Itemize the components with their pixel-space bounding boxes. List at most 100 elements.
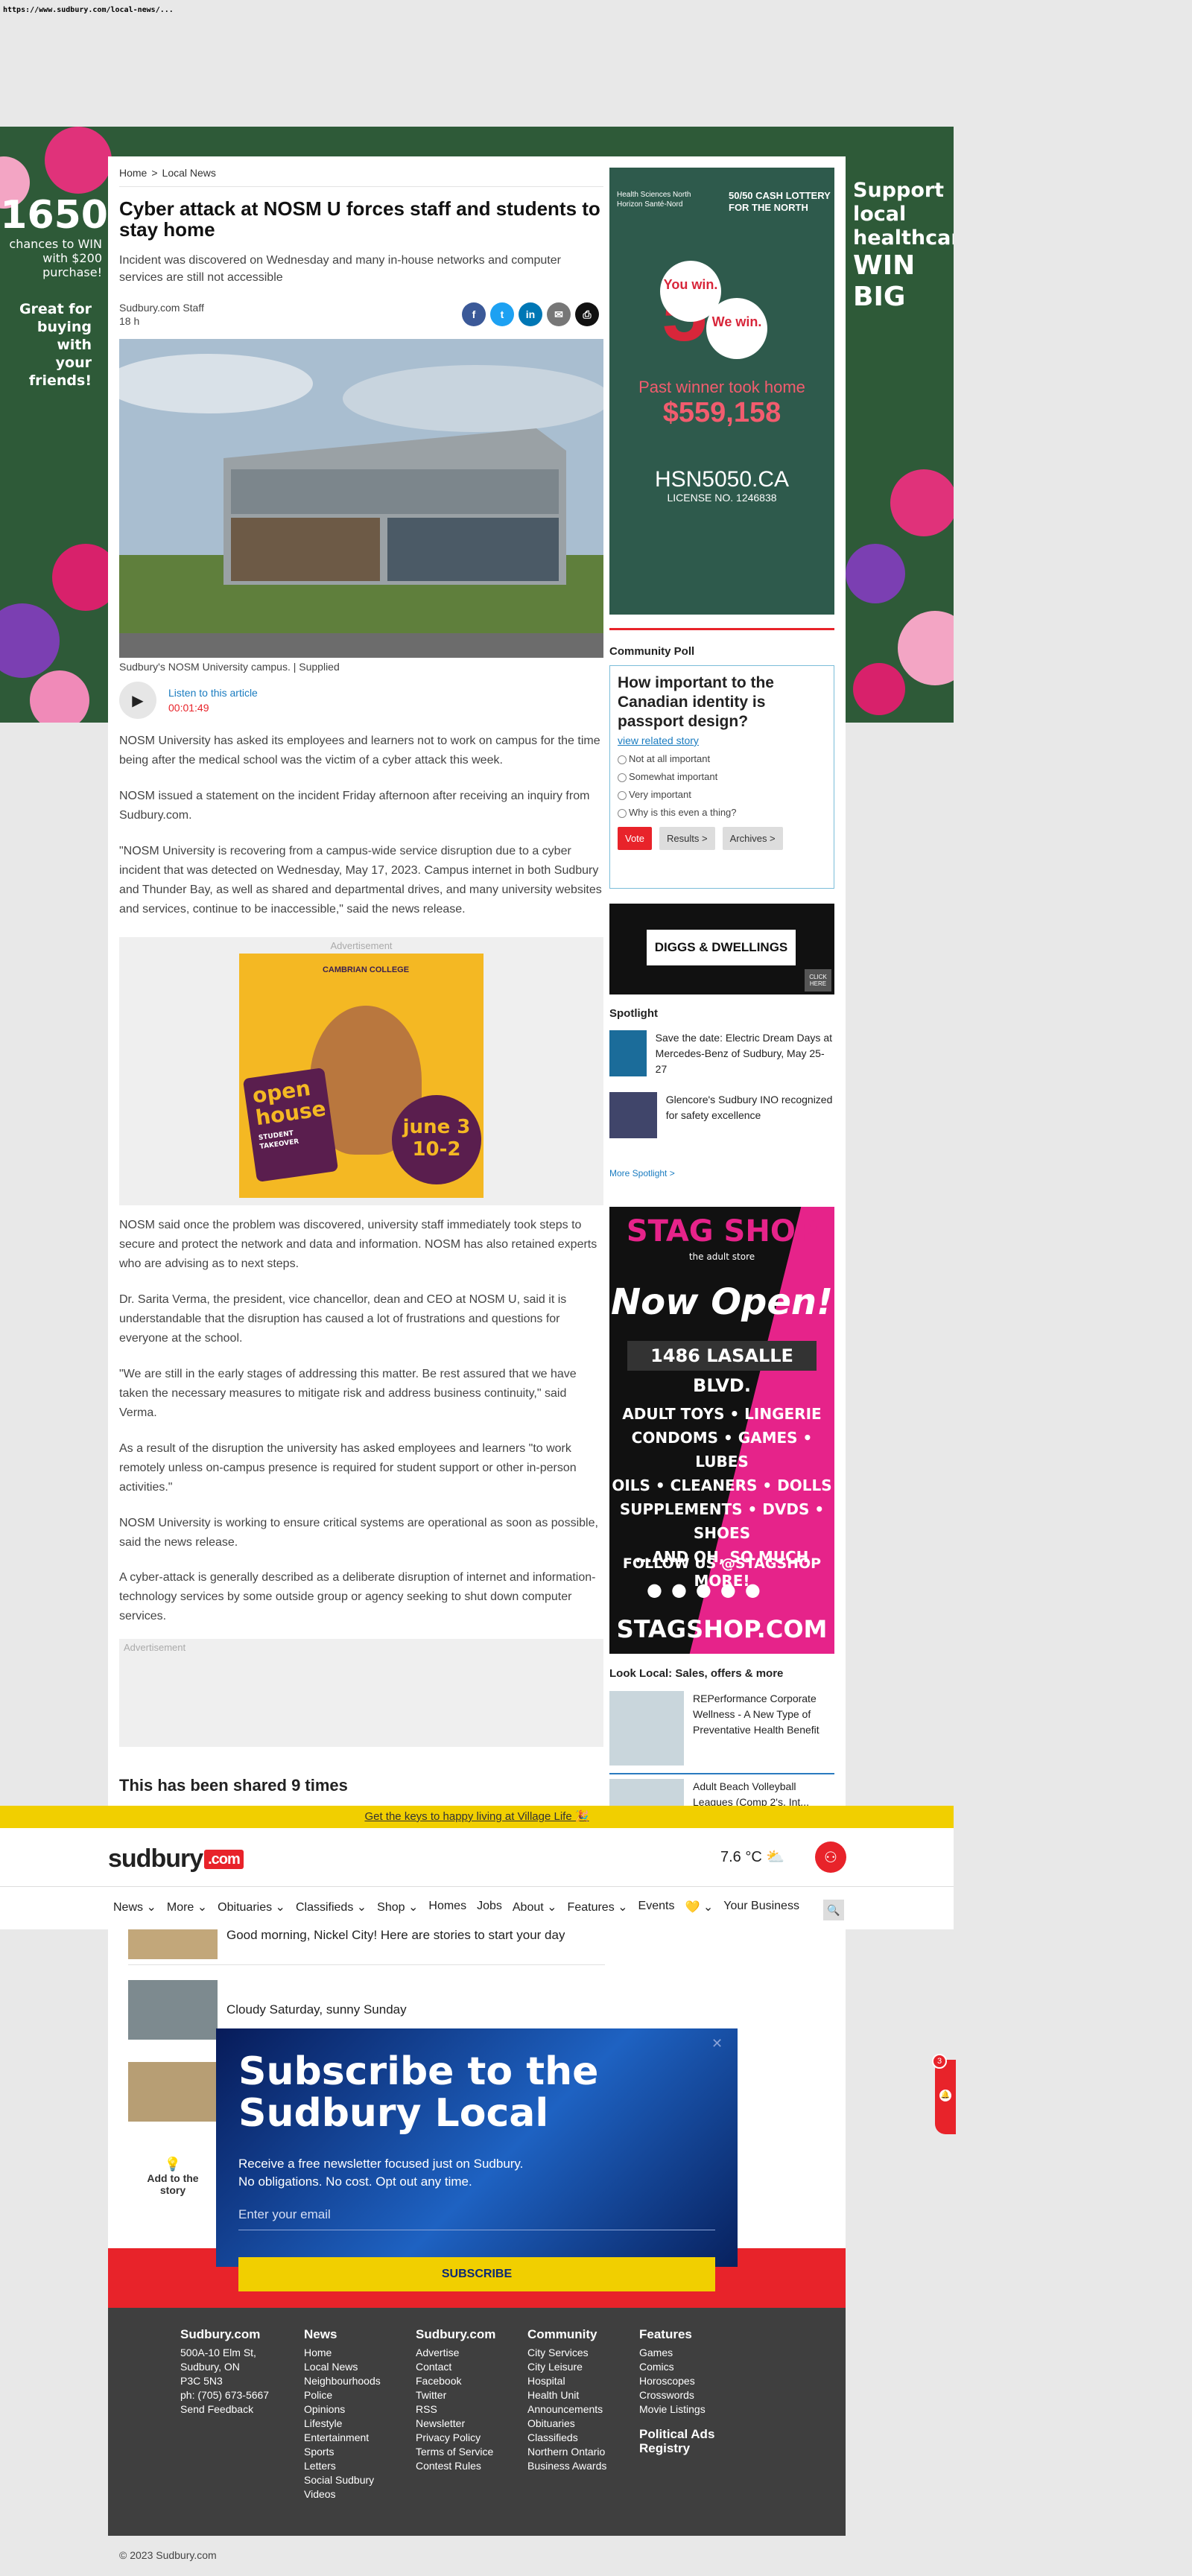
nav-your-business[interactable]: Your Business [723, 1900, 799, 1914]
related-story[interactable]: Good morning, Nickel City! Here are stor… [128, 1929, 565, 1959]
modal-description: Receive a free newsletter focused just o… [238, 2157, 524, 2189]
author[interactable]: Sudbury.com Staff [119, 301, 204, 314]
look-local-item[interactable]: Adult Beach Volleyball Leagues (Comp 2's… [609, 1779, 834, 1806]
political-ads-link[interactable]: Political Ads [639, 2427, 714, 2441]
footer-link[interactable]: City Leisure [527, 2360, 606, 2374]
nav-about[interactable]: About ⌄ [513, 1900, 557, 1914]
promo-banner-link[interactable]: Get the keys to happy living at Village … [0, 1806, 954, 1828]
related-story-link[interactable]: view related story [618, 735, 826, 746]
footer-link[interactable]: Videos [304, 2487, 381, 2502]
ad-line: WIN BIG [853, 250, 916, 312]
footer-link[interactable]: RSS [416, 2402, 495, 2417]
footer-link[interactable]: Games [639, 2346, 714, 2360]
footer-link[interactable]: Police [304, 2388, 381, 2402]
spotlight-item[interactable]: Save the date: Electric Dream Days at Me… [609, 1030, 834, 1077]
nav-homes[interactable]: Homes [428, 1900, 466, 1914]
copyright: © 2023 Sudbury.com [119, 2549, 217, 2561]
send-feedback-link[interactable]: Send Feedback [180, 2402, 269, 2417]
footer-link[interactable]: Sports [304, 2445, 381, 2459]
footer-link[interactable]: Newsletter [416, 2417, 495, 2431]
email-share-icon[interactable]: ✉ [547, 302, 571, 326]
cambrian-college-ad[interactable]: CAMBRIAN COLLEGE open house STUDENT TAKE… [239, 954, 484, 1198]
email-input[interactable]: Enter your email [238, 2207, 715, 2230]
nav-classifieds[interactable]: Classifieds ⌄ [296, 1900, 367, 1914]
diggs-dwellings-ad[interactable]: DIGGS & DWELLINGS CLICK HERE [609, 904, 834, 994]
footer-link[interactable]: Local News [304, 2360, 381, 2374]
look-local-item[interactable]: REPerformance Corporate Wellness - A New… [609, 1691, 834, 1766]
footer-link[interactable]: Movie Listings [639, 2402, 714, 2417]
article-photo[interactable] [119, 339, 603, 658]
poll-option[interactable]: Why is this even a thing? [618, 807, 826, 818]
registry-link[interactable]: Registry [639, 2441, 714, 2455]
weather-widget[interactable]: 7.6 °C ⛅ [720, 1847, 784, 1866]
poll-option[interactable]: Very important [618, 789, 826, 800]
print-icon[interactable]: ⎙ [575, 302, 599, 326]
twitter-share-icon[interactable]: t [490, 302, 514, 326]
nav-obituaries[interactable]: Obituaries ⌄ [218, 1900, 285, 1914]
footer-link[interactable]: Privacy Policy [416, 2431, 495, 2445]
footer-link[interactable]: Hospital [527, 2374, 606, 2388]
footer-link[interactable]: Advertise [416, 2346, 495, 2360]
breadcrumb-home[interactable]: Home [119, 167, 147, 179]
footer-link[interactable]: Neighbourhoods [304, 2374, 381, 2388]
ad-brand: STAG SHOP [626, 1214, 818, 1249]
footer-heading: Features [639, 2327, 692, 2341]
footer-link[interactable]: Horoscopes [639, 2374, 714, 2388]
footer-link[interactable]: Opinions [304, 2402, 381, 2417]
footer-link[interactable]: Announcements [527, 2402, 606, 2417]
footer-link[interactable]: Northern Ontario [527, 2445, 606, 2459]
poll-option[interactable]: Somewhat important [618, 771, 826, 782]
footer-link[interactable]: Social Sudbury [304, 2473, 381, 2487]
footer-link[interactable]: Crosswords [639, 2388, 714, 2402]
footer-link[interactable]: Health Unit [527, 2388, 606, 2402]
footer-link[interactable]: Obituaries [527, 2417, 606, 2431]
footer-link[interactable]: Entertainment [304, 2431, 381, 2445]
footer-link[interactable]: Facebook [416, 2374, 495, 2388]
add-to-story-button[interactable]: 💡 Add to the story [128, 2157, 218, 2196]
footer-link[interactable]: Contact [416, 2360, 495, 2374]
nav-events[interactable]: Events [638, 1900, 675, 1914]
notification-widget[interactable]: 3 🔔 [932, 2054, 956, 2134]
right-skin-ad[interactable]: Support local healthcare WIN BIG [846, 127, 954, 723]
nav-shop[interactable]: Shop ⌄ [377, 1900, 418, 1914]
related-story[interactable] [128, 2062, 226, 2122]
footer-link[interactable]: Comics [639, 2360, 714, 2374]
footer-link[interactable]: Letters [304, 2459, 381, 2473]
lottery-ad[interactable]: Health Sciences North Horizon Santé-Nord… [609, 168, 834, 615]
footer-link[interactable]: City Services [527, 2346, 606, 2360]
footer-link[interactable]: Business Awards [527, 2459, 606, 2473]
footer-link[interactable]: Twitter [416, 2388, 495, 2402]
left-skin-ad[interactable]: 1650 chances to WIN with $200 purchase! … [0, 127, 119, 723]
results-button[interactable]: Results > [659, 827, 715, 850]
footer-link[interactable]: Classifieds [527, 2431, 606, 2445]
past-winner-amount: $559,158 [662, 397, 782, 428]
search-icon[interactable]: 🔍 [823, 1900, 844, 1920]
footer-link[interactable]: Contest Rules [416, 2459, 495, 2473]
nav-features[interactable]: Features ⌄ [568, 1900, 628, 1914]
nav-more[interactable]: More ⌄ [167, 1900, 207, 1914]
linkedin-share-icon[interactable]: in [519, 302, 542, 326]
nav-heart[interactable]: 💛 ⌄ [685, 1900, 713, 1914]
footer-link[interactable]: Home [304, 2346, 381, 2360]
facebook-share-icon[interactable]: f [462, 302, 486, 326]
footer-link[interactable]: Lifestyle [304, 2417, 381, 2431]
site-logo[interactable]: sudbury .com [108, 1844, 244, 1874]
archives-button[interactable]: Archives > [722, 827, 783, 850]
user-account-icon[interactable]: ⚇ [815, 1841, 846, 1873]
more-spotlight-link[interactable]: More Spotlight > [609, 1168, 675, 1178]
listen-link[interactable]: Listen to this article [168, 685, 258, 700]
subscribe-button[interactable]: SUBSCRIBE [238, 2257, 715, 2291]
close-icon[interactable]: ✕ [711, 2036, 723, 2052]
nav-jobs[interactable]: Jobs [477, 1900, 502, 1914]
spotlight-item[interactable]: Glencore's Sudbury INO recognized for sa… [609, 1092, 834, 1138]
nav-news[interactable]: News ⌄ [113, 1900, 156, 1914]
breadcrumb-local-news[interactable]: Local News [162, 167, 216, 179]
inline-ad[interactable]: Advertisement CAMBRIAN COLLEGE open hous… [119, 937, 603, 1205]
play-icon[interactable]: ▶ [119, 682, 156, 719]
footer-column-community: Community City Services City Leisure Hos… [527, 2327, 606, 2473]
poll-option[interactable]: Not at all important [618, 753, 826, 764]
ad-line: CONDOMS • GAMES • LUBES [631, 1429, 813, 1471]
footer-link[interactable]: Terms of Service [416, 2445, 495, 2459]
stag-shop-ad[interactable]: STAG SHOP the adult store Now Open! 1486… [609, 1207, 834, 1654]
vote-button[interactable]: Vote [618, 827, 653, 850]
